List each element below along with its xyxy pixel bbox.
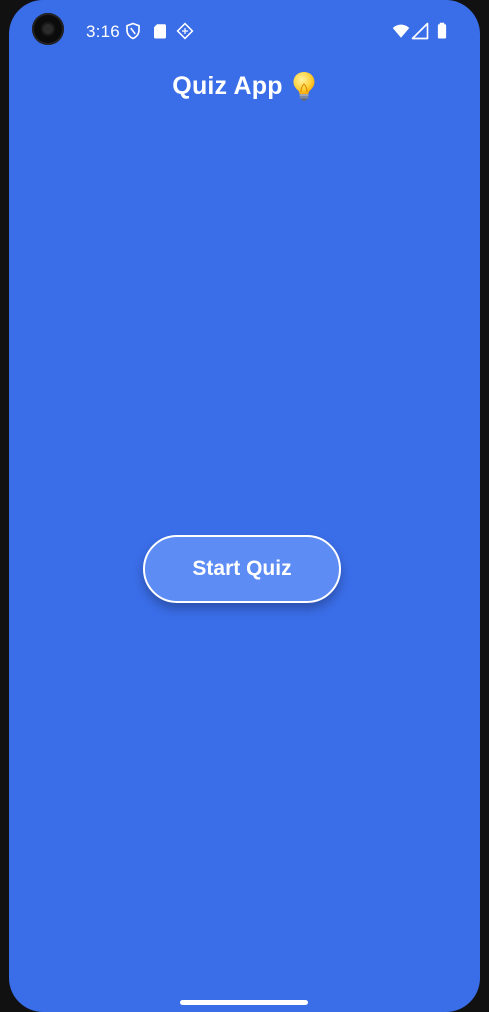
status-time: 3:16 xyxy=(86,22,120,41)
signal-icon xyxy=(411,22,429,40)
home-indicator[interactable] xyxy=(180,1000,308,1005)
page-title: Quiz App xyxy=(172,71,283,100)
shield-icon xyxy=(124,22,142,40)
camera-lens xyxy=(43,24,53,34)
status-bar: 3:16 xyxy=(9,0,480,62)
start-quiz-button[interactable]: Start Quiz xyxy=(143,535,341,603)
app-bar: Quiz App xyxy=(9,70,480,102)
app-screen: 3:16 Quiz App Start Quiz xyxy=(9,0,480,1012)
device-frame: 3:16 Quiz App Start Quiz xyxy=(0,0,489,1012)
lightbulb-icon xyxy=(291,70,317,102)
battery-icon xyxy=(433,22,451,40)
sd-card-icon xyxy=(151,22,169,40)
wifi-icon xyxy=(392,22,410,40)
front-camera xyxy=(32,13,64,45)
diamond-app-icon xyxy=(176,22,194,40)
